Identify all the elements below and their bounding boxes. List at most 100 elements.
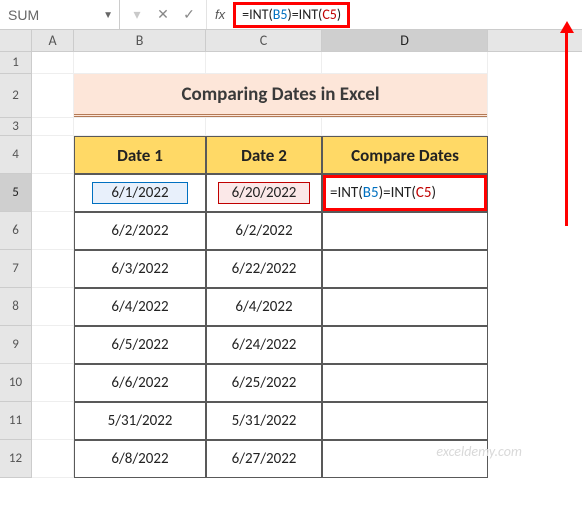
col-header-a[interactable]: A xyxy=(32,30,74,51)
row-4: 4 Date 1 Date 2 Compare Dates xyxy=(0,136,582,174)
cell-a2[interactable] xyxy=(32,74,74,118)
expand-icon[interactable]: ▾ xyxy=(124,6,150,23)
row-header-6[interactable]: 6 xyxy=(0,212,32,250)
col-header-c[interactable]: C xyxy=(206,30,322,51)
header-date1[interactable]: Date 1 xyxy=(74,136,206,174)
cell-b6[interactable]: 6/2/2022 xyxy=(74,212,206,250)
cell-a7[interactable] xyxy=(32,250,74,288)
cell-a1[interactable] xyxy=(32,52,74,74)
cell-b8[interactable]: 6/4/2022 xyxy=(74,288,206,326)
row-header-4[interactable]: 4 xyxy=(0,136,32,174)
formula-text: )=INT( xyxy=(287,6,322,23)
cell-c5-value: 6/20/2022 xyxy=(218,182,310,204)
cell-b7[interactable]: 6/3/2022 xyxy=(74,250,206,288)
cell-d5-text: ) xyxy=(432,184,437,202)
header-compare[interactable]: Compare Dates xyxy=(322,136,488,174)
formula-bar: ▼ ▾ ✕ ✓ fx =INT(B5)=INT(C5) xyxy=(0,0,582,30)
select-all-corner[interactable] xyxy=(0,30,32,51)
row-3: 3 xyxy=(0,118,582,136)
cell-d5[interactable]: =INT(B5)=INT(C5) xyxy=(322,174,488,212)
row-2: 2 Comparing Dates in Excel xyxy=(0,74,582,118)
cell-c9[interactable]: 6/24/2022 xyxy=(206,326,322,364)
formula-ref-b5: B5 xyxy=(273,6,288,23)
row-header-9[interactable]: 9 xyxy=(0,326,32,364)
name-box-container: ▼ xyxy=(0,0,120,29)
row-header-10[interactable]: 10 xyxy=(0,364,32,402)
formula-text: =INT( xyxy=(242,6,273,23)
row-8: 8 6/4/2022 6/4/2022 xyxy=(0,288,582,326)
cell-c11[interactable]: 5/31/2022 xyxy=(206,402,322,440)
cell-c8[interactable]: 6/4/2022 xyxy=(206,288,322,326)
cell-d5-ref-b5: B5 xyxy=(363,184,379,202)
cell-b9[interactable]: 6/5/2022 xyxy=(74,326,206,364)
col-header-b[interactable]: B xyxy=(74,30,206,51)
title-text: Comparing Dates in Excel xyxy=(74,74,487,117)
cell-d8[interactable] xyxy=(322,288,488,326)
cell-c12[interactable]: 6/27/2022 xyxy=(206,440,322,478)
formula-ref-c5: C5 xyxy=(322,6,337,23)
cell-d3[interactable] xyxy=(322,118,488,136)
name-box-dropdown-icon[interactable]: ▼ xyxy=(103,8,113,21)
row-header-12[interactable]: 12 xyxy=(0,440,32,478)
cell-c1[interactable] xyxy=(206,52,322,74)
formula-input[interactable]: =INT(B5)=INT(C5) xyxy=(242,6,341,23)
cell-b5[interactable]: 6/1/2022 xyxy=(74,174,206,212)
cell-a10[interactable] xyxy=(32,364,74,402)
row-6: 6 6/2/2022 6/2/2022 xyxy=(0,212,582,250)
cell-a3[interactable] xyxy=(32,118,74,136)
row-1: 1 xyxy=(0,52,582,74)
cell-a12[interactable] xyxy=(32,440,74,478)
cell-d6[interactable] xyxy=(322,212,488,250)
cell-c3[interactable] xyxy=(206,118,322,136)
cell-d1[interactable] xyxy=(322,52,488,74)
header-date2[interactable]: Date 2 xyxy=(206,136,322,174)
cell-c6[interactable]: 6/2/2022 xyxy=(206,212,322,250)
row-5: 5 6/1/2022 6/20/2022 =INT(B5)=INT(C5) xyxy=(0,174,582,212)
cell-d5-text: =INT( xyxy=(330,184,363,202)
annotation-arrow-line xyxy=(565,28,568,226)
cell-c10[interactable]: 6/25/2022 xyxy=(206,364,322,402)
spreadsheet: A B C D 1 2 Comparing Dates in Excel 3 4… xyxy=(0,30,582,478)
row-header-7[interactable]: 7 xyxy=(0,250,32,288)
cell-c5[interactable]: 6/20/2022 xyxy=(206,174,322,212)
cell-b3[interactable] xyxy=(74,118,206,136)
watermark: exceldemy.com xyxy=(436,443,522,460)
annotation-arrow-head-icon xyxy=(560,21,574,33)
cell-b1[interactable] xyxy=(74,52,206,74)
cell-d10[interactable] xyxy=(322,364,488,402)
cell-a4[interactable] xyxy=(32,136,74,174)
cell-a9[interactable] xyxy=(32,326,74,364)
cell-b5-value: 6/1/2022 xyxy=(92,182,188,204)
row-header-8[interactable]: 8 xyxy=(0,288,32,326)
cell-d11[interactable] xyxy=(322,402,488,440)
row-header-5[interactable]: 5 xyxy=(0,174,32,212)
fx-icon[interactable]: fx xyxy=(215,7,225,22)
row-11: 11 5/31/2022 5/31/2022 xyxy=(0,402,582,440)
enter-icon[interactable]: ✓ xyxy=(176,6,202,23)
cell-b10[interactable]: 6/6/2022 xyxy=(74,364,206,402)
title-merged-cell[interactable]: Comparing Dates in Excel xyxy=(74,74,488,118)
cell-a11[interactable] xyxy=(32,402,74,440)
cell-a8[interactable] xyxy=(32,288,74,326)
cell-d7[interactable] xyxy=(322,250,488,288)
formula-input-highlight: =INT(B5)=INT(C5) xyxy=(233,2,350,28)
row-10: 10 6/6/2022 6/25/2022 xyxy=(0,364,582,402)
name-box[interactable] xyxy=(8,7,78,23)
cell-d5-formula-highlight: =INT(B5)=INT(C5) xyxy=(323,175,487,211)
cell-d5-ref-c5: C5 xyxy=(416,184,432,202)
column-headers: A B C D xyxy=(0,30,582,52)
row-header-3[interactable]: 3 xyxy=(0,118,32,136)
row-header-1[interactable]: 1 xyxy=(0,52,32,74)
cell-a5[interactable] xyxy=(32,174,74,212)
cell-c7[interactable]: 6/22/2022 xyxy=(206,250,322,288)
cancel-icon[interactable]: ✕ xyxy=(150,6,176,23)
row-header-2[interactable]: 2 xyxy=(0,74,32,118)
cell-a6[interactable] xyxy=(32,212,74,250)
row-header-11[interactable]: 11 xyxy=(0,402,32,440)
col-header-d[interactable]: D xyxy=(322,30,488,51)
formula-text: ) xyxy=(337,6,341,23)
formula-bar-icons: ▾ ✕ ✓ xyxy=(120,0,207,29)
cell-b11[interactable]: 5/31/2022 xyxy=(74,402,206,440)
cell-b12[interactable]: 6/8/2022 xyxy=(74,440,206,478)
cell-d9[interactable] xyxy=(322,326,488,364)
